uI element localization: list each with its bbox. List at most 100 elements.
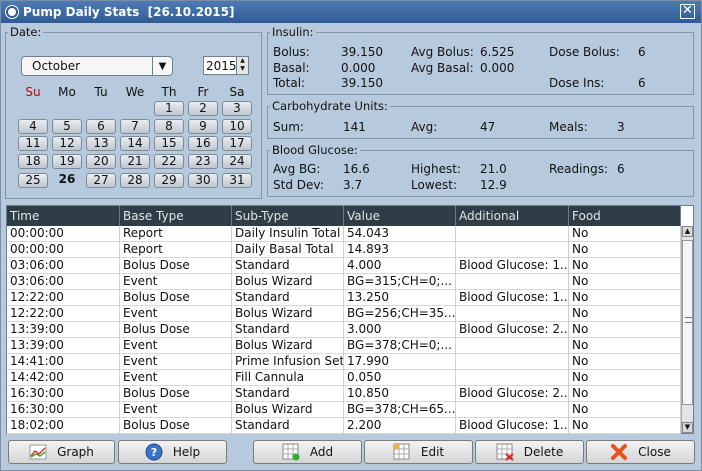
calendar-day-30[interactable]: 30 — [188, 173, 218, 188]
table-cell — [456, 354, 569, 370]
carb-avg-value: 47 — [480, 120, 496, 134]
table-row[interactable]: 00:00:00 Report Daily Insulin Total 54.043 N… — [7, 226, 681, 242]
calendar-day-4[interactable]: 4 — [18, 119, 48, 134]
table-row[interactable]: 14:42:00 Event Fill Cannula 0.050 No — [7, 370, 681, 386]
table-cell: Blood Glucose: 2... — [456, 322, 569, 338]
table-cell: 13.250 — [344, 290, 456, 306]
help-icon: ? — [145, 443, 163, 461]
weekday-header: Tu — [94, 85, 108, 99]
table-cell: No — [569, 290, 681, 306]
table-row[interactable]: 16:30:00 Event Bolus Wizard BG=378;CH=65...… — [7, 402, 681, 418]
dose-ins-label: Dose Ins: — [549, 76, 605, 90]
calendar-day-7[interactable]: 7 — [120, 119, 150, 134]
table-row[interactable]: 12:22:00 Event Bolus Wizard BG=256;CH=35...… — [7, 306, 681, 322]
bolus-label: Bolus: — [273, 45, 310, 59]
events-table: Time Base Type Sub-Type Value Additional Food… — [6, 205, 694, 434]
calendar-day-11[interactable]: 11 — [18, 136, 48, 151]
calendar-day-18[interactable]: 18 — [18, 154, 48, 169]
calendar-day-6[interactable]: 6 — [86, 119, 116, 134]
calendar-day-27[interactable]: 27 — [86, 173, 116, 188]
table-row[interactable]: 13:39:00 Event Bolus Wizard BG=378;CH=0;...… — [7, 338, 681, 354]
month-select[interactable]: October ▼ — [21, 56, 173, 76]
calendar-day-22[interactable]: 22 — [154, 154, 184, 169]
close-button[interactable]: Close — [586, 440, 695, 464]
window-title: Pump Daily Stats [26.10.2015] — [23, 5, 235, 19]
calendar-day-16[interactable]: 16 — [188, 136, 218, 151]
calendar-day-20[interactable]: 20 — [86, 154, 116, 169]
calendar-day-2[interactable]: 2 — [188, 101, 218, 116]
calendar-day-8[interactable]: 8 — [154, 119, 184, 134]
calendar-day-1[interactable]: 1 — [154, 101, 184, 116]
calendar-day-28[interactable]: 28 — [120, 173, 150, 188]
help-button[interactable]: ? Help — [118, 440, 227, 464]
table-cell: No — [569, 274, 681, 290]
calendar-day-25[interactable]: 25 — [18, 173, 48, 188]
add-button[interactable]: Add — [253, 440, 362, 464]
table-cell: Standard — [232, 322, 344, 338]
graph-icon — [29, 443, 47, 461]
meals-label: Meals: — [549, 120, 588, 134]
spinner-arrows-icon[interactable]: ▲ ▼ — [236, 57, 248, 74]
scroll-thumb[interactable] — [682, 240, 693, 405]
calendar-day-19[interactable]: 19 — [52, 154, 82, 169]
table-row[interactable]: 03:06:00 Event Bolus Wizard BG=315;CH=0;...… — [7, 274, 681, 290]
table-row[interactable]: 13:39:00 Bolus Dose Standard 3.000 Blood Glu… — [7, 322, 681, 338]
calendar-day-24[interactable]: 24 — [222, 154, 252, 169]
scroll-down-icon[interactable]: ▼ — [682, 422, 693, 433]
calendar-day-13[interactable]: 13 — [86, 136, 116, 151]
graph-button[interactable]: Graph — [8, 440, 115, 464]
table-cell: No — [569, 242, 681, 258]
column-header[interactable]: Time — [7, 206, 120, 226]
graph-label: Graph — [57, 445, 94, 459]
chevron-down-icon[interactable]: ▼ — [152, 57, 172, 75]
column-header[interactable]: Food — [569, 206, 681, 226]
table-cell: Daily Basal Total — [232, 242, 344, 258]
weekday-header: Sa — [229, 85, 245, 99]
table-cell: Standard — [232, 418, 344, 434]
column-header[interactable]: Additional — [456, 206, 569, 226]
calendar-day-26[interactable]: 26 — [52, 173, 82, 188]
calendar-day-21[interactable]: 21 — [120, 154, 150, 169]
calendar-day-10[interactable]: 10 — [222, 119, 252, 134]
year-spinner[interactable]: 2015 ▲ ▼ — [203, 56, 249, 75]
avg-basal-value: 0.000 — [480, 61, 515, 75]
calendar-day-17[interactable]: 17 — [222, 136, 252, 151]
calendar-day-31[interactable]: 31 — [222, 173, 252, 188]
table-row[interactable]: 18:02:00 Bolus Dose Standard 2.200 Blood Glu… — [7, 418, 681, 434]
avg-bg-value: 16.6 — [343, 162, 370, 176]
calendar-day-3[interactable]: 3 — [222, 101, 252, 116]
calendar-day-12[interactable]: 12 — [52, 136, 82, 151]
close-window-icon[interactable]: ✕ — [680, 4, 695, 19]
vertical-scrollbar[interactable]: ▲ ▼ — [681, 226, 693, 433]
delete-button[interactable]: Delete — [475, 440, 584, 464]
table-cell: 16:30:00 — [7, 386, 120, 402]
calendar-day-15[interactable]: 15 — [154, 136, 184, 151]
table-cell: Standard — [232, 290, 344, 306]
calendar-day-29[interactable]: 29 — [154, 173, 184, 188]
table-row[interactable]: 12:22:00 Bolus Dose Standard 13.250 Blood Gl… — [7, 290, 681, 306]
meals-value: 3 — [617, 120, 625, 134]
calendar-day-9[interactable]: 9 — [188, 119, 218, 134]
table-cell: 13:39:00 — [7, 338, 120, 354]
table-row[interactable]: 00:00:00 Report Daily Basal Total 14.893 No — [7, 242, 681, 258]
column-header[interactable]: Sub-Type — [232, 206, 344, 226]
table-cell: 13:39:00 — [7, 322, 120, 338]
calendar-day-5[interactable]: 5 — [52, 119, 82, 134]
scroll-up-icon[interactable]: ▲ — [682, 226, 693, 237]
table-row[interactable]: 14:41:00 Event Prime Infusion Set 17.990 No — [7, 354, 681, 370]
column-header[interactable]: Base Type — [120, 206, 232, 226]
table-row[interactable]: 16:30:00 Bolus Dose Standard 10.850 Blood Gl… — [7, 386, 681, 402]
table-row[interactable]: 03:06:00 Bolus Dose Standard 4.000 Blood Glu… — [7, 258, 681, 274]
column-header[interactable]: Value — [344, 206, 456, 226]
calendar-day-23[interactable]: 23 — [188, 154, 218, 169]
table-cell: 12:22:00 — [7, 306, 120, 322]
table-cell: Bolus Wizard — [232, 402, 344, 418]
table-cell: Prime Infusion Set — [232, 354, 344, 370]
title-bar[interactable]: Pump Daily Stats [26.10.2015] ✕ — [1, 1, 701, 23]
calendar-day-14[interactable]: 14 — [120, 136, 150, 151]
table-cell: Event — [120, 338, 232, 354]
table-cell: 3.000 — [344, 322, 456, 338]
edit-button[interactable]: Edit — [364, 440, 473, 464]
total-value: 39.150 — [341, 76, 383, 90]
table-cell: Bolus Dose — [120, 322, 232, 338]
